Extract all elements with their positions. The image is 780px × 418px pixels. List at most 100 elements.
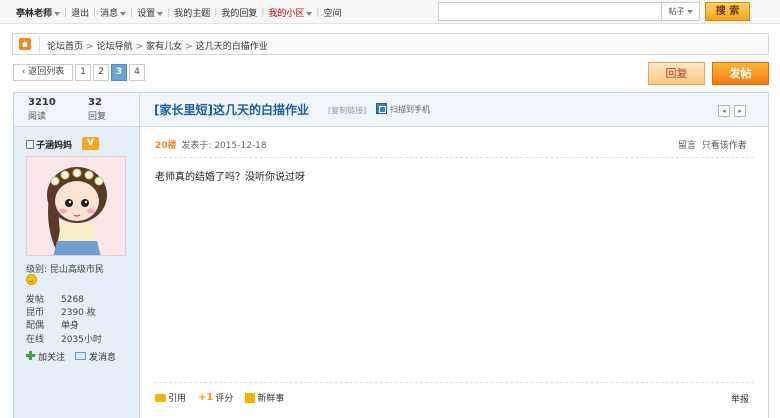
chevron-down-icon	[686, 9, 693, 14]
back-to-list-label: 返回列表	[28, 67, 65, 77]
report-link[interactable]: 举报	[731, 392, 749, 405]
author-name-label: 子涵妈妈	[36, 141, 73, 151]
stat-value: 单身	[61, 321, 80, 331]
send-message-label: 发消息	[89, 353, 117, 363]
prev-thread-button[interactable]: ◂	[718, 105, 730, 117]
message-icon	[75, 352, 87, 360]
search-type-select[interactable]: 帖子	[662, 2, 700, 21]
messages-menu[interactable]: 消息	[96, 6, 130, 19]
page-2-button[interactable]: 2	[93, 64, 109, 81]
search-input[interactable]	[438, 2, 662, 21]
qr-code-icon[interactable]	[376, 103, 387, 114]
pagination: ‹ 返回列表 1 2 3 4	[13, 64, 147, 81]
stat-value: 2035小时	[61, 335, 102, 345]
author-stat-online: 在线 2035小时	[26, 332, 102, 345]
breadcrumb: 论坛首页 > 论坛导航 > 家有儿女 > 这几天的白描作业	[12, 33, 769, 55]
stat-key: 在线	[26, 335, 45, 345]
posted-label: 发表于:	[181, 141, 212, 151]
plus-icon	[26, 351, 35, 360]
copy-link-button[interactable]: [复制链接]	[328, 105, 366, 116]
stat-value: 2390 枚	[61, 308, 96, 318]
views-count: 3210	[28, 97, 56, 108]
top-bar: 亭林老师 | 退出 | 消息 | 设置 | 我的主题 | 我的回复 | 我的小区…	[0, 0, 780, 24]
scan-to-mobile-link[interactable]: 扫描到手机	[390, 104, 430, 115]
messages-label: 消息	[100, 9, 119, 19]
vip-badge: V	[82, 137, 99, 150]
floor-number[interactable]: 20楼	[155, 141, 177, 151]
reply-button[interactable]: 回复	[648, 62, 705, 85]
stat-key: 发帖	[26, 295, 45, 305]
quote-button[interactable]: 引用	[155, 391, 186, 404]
breadcrumb-forum-home[interactable]: 论坛首页	[47, 42, 83, 52]
search-type-label: 帖子	[668, 7, 685, 16]
thread-stats: 3210 阅读 32 回复	[13, 92, 140, 127]
post-tools: 留言 只看该作者	[678, 138, 747, 151]
back-to-list-button[interactable]: ‹ 返回列表	[13, 64, 73, 81]
avatar[interactable]	[26, 156, 126, 256]
top-nav: 亭林老师 | 退出 | 消息 | 设置 | 我的主题 | 我的回复 | 我的小区…	[16, 6, 345, 20]
user-icon	[26, 140, 34, 149]
divider	[154, 382, 754, 383]
rate-button[interactable]: +1 评分	[198, 391, 233, 404]
author-level: 级别: 昆山高级市民	[26, 262, 104, 275]
page-4-button[interactable]: 4	[129, 64, 145, 81]
my-replies-link[interactable]: 我的回复	[217, 6, 261, 19]
chevron-down-icon	[54, 11, 61, 16]
replies-stat: 32 回复	[88, 97, 106, 122]
chevron-down-icon	[306, 11, 313, 16]
username-label: 亭林老师	[16, 9, 53, 19]
comment-link[interactable]: 留言	[678, 141, 696, 151]
avatar-illustration	[27, 157, 125, 255]
settings-label: 设置	[137, 9, 156, 19]
page-3-button[interactable]: 3	[111, 64, 127, 81]
my-community-menu[interactable]: 我的小区	[264, 6, 316, 19]
post-content: 老师真的结婚了吗？没听你说过呀	[155, 172, 305, 183]
logout-link[interactable]: 退出	[67, 6, 93, 19]
follow-label: 加关注	[38, 353, 66, 363]
rate-label: 评分	[215, 394, 234, 404]
my-topics-link[interactable]: 我的主题	[170, 6, 214, 19]
breadcrumb-forum-nav[interactable]: 论坛导航	[97, 42, 133, 52]
breadcrumb-separator: >	[185, 42, 193, 52]
level-value: 昆山高级市民	[49, 265, 104, 275]
quote-label: 引用	[168, 394, 187, 404]
thread-title-bar: [家长里短]这几天的白描作业 [复制链接] 扫描到手机 ◂ ▸	[140, 92, 769, 127]
post-footer: 引用 +1 评分 新鲜事	[155, 391, 296, 404]
username-menu[interactable]: 亭林老师	[16, 6, 64, 19]
author-stat-coins: 昆币 2390 枚	[26, 305, 96, 318]
breadcrumb-board[interactable]: 家有儿女	[146, 42, 182, 52]
search-button[interactable]: 搜 索	[705, 2, 750, 21]
breadcrumb-current: 这几天的白描作业	[195, 42, 268, 52]
space-link[interactable]: 空间	[319, 6, 345, 19]
breadcrumb-separator: >	[135, 42, 144, 52]
new-post-button[interactable]: 发帖	[712, 62, 769, 85]
chevron-down-icon	[157, 11, 164, 16]
breadcrumb-trail: 论坛首页 > 论坛导航 > 家有儿女 > 这几天的白描作业	[47, 39, 268, 52]
breadcrumb-separator: >	[86, 42, 94, 52]
only-author-link[interactable]: 只看该作者	[702, 141, 747, 151]
settings-menu[interactable]: 设置	[133, 6, 167, 19]
stat-value[interactable]: 5268	[61, 295, 84, 305]
home-icon[interactable]	[19, 38, 31, 50]
post-date: 2015-12-18	[214, 141, 267, 151]
next-thread-button[interactable]: ▸	[734, 105, 746, 117]
news-button[interactable]: 新鲜事	[245, 391, 284, 404]
smile-icon	[26, 274, 37, 285]
my-community-label: 我的小区	[268, 9, 305, 19]
thread-title: [家长里短]这几天的白描作业	[154, 103, 309, 117]
send-message-button[interactable]: 发消息	[65, 350, 116, 363]
rate-icon: +1	[198, 392, 214, 403]
page-1-button[interactable]: 1	[75, 64, 91, 81]
replies-count: 32	[88, 97, 102, 108]
news-icon	[245, 392, 256, 403]
news-label: 新鲜事	[257, 394, 285, 404]
stat-key: 配偶	[26, 321, 45, 331]
post-meta: 20楼 发表于: 2015-12-18	[155, 138, 267, 151]
chevron-down-icon	[120, 11, 127, 16]
views-stat: 3210 阅读	[28, 97, 56, 122]
author-actions: 加关注 发消息	[26, 350, 116, 363]
follow-button[interactable]: 加关注	[26, 350, 65, 363]
author-stat-posts: 发帖 5268	[26, 292, 84, 305]
divider	[39, 37, 40, 52]
author-name[interactable]: 子涵妈妈	[26, 138, 72, 151]
